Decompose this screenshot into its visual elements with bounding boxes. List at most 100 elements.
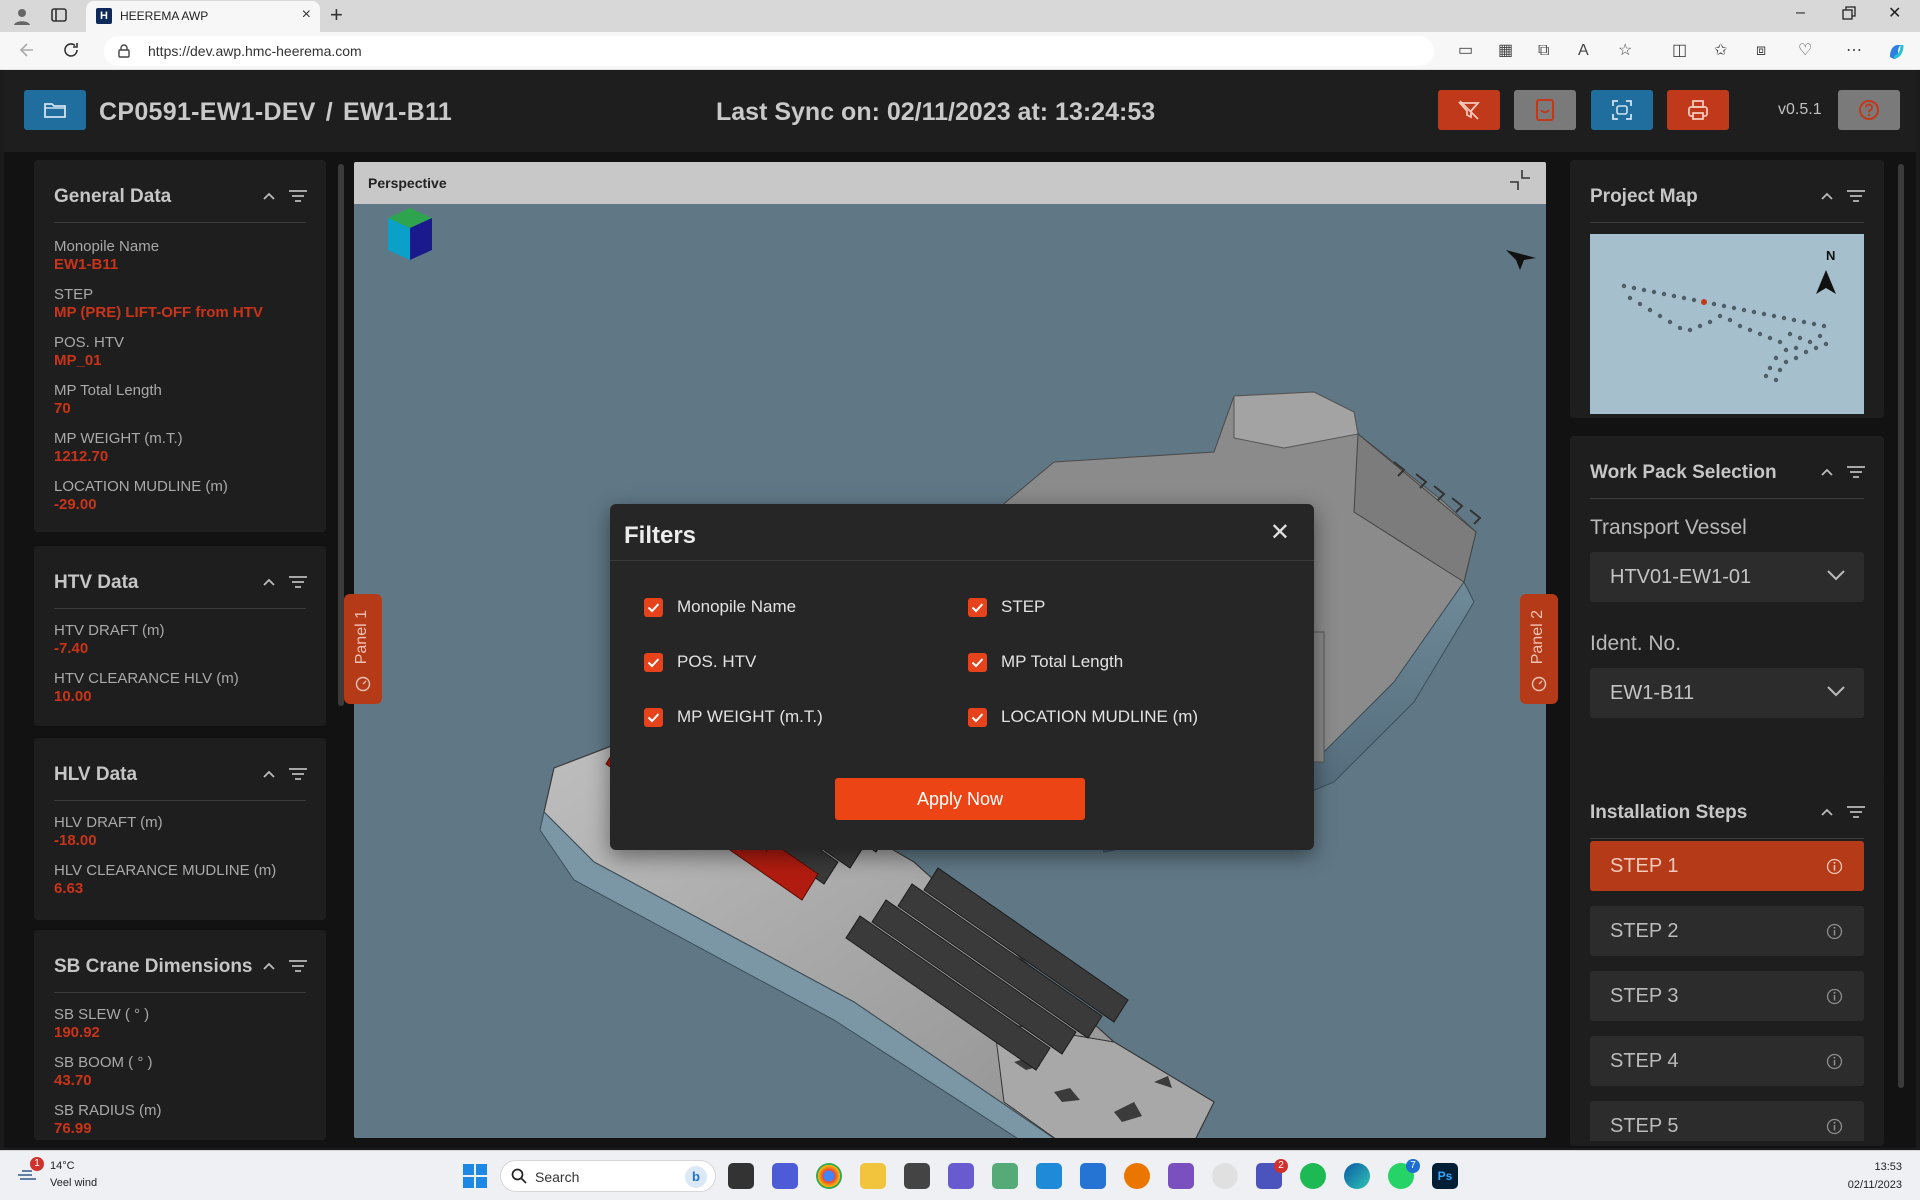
edge-icon[interactable] bbox=[1344, 1163, 1370, 1189]
split-screen-icon[interactable]: ◫ bbox=[1672, 41, 1687, 61]
collapse-icon[interactable] bbox=[262, 191, 276, 201]
tab-actions-icon[interactable] bbox=[50, 6, 68, 24]
collapse-icon[interactable] bbox=[262, 961, 276, 971]
restore-icon[interactable] bbox=[1842, 6, 1856, 20]
window-close-icon[interactable]: ✕ bbox=[1888, 3, 1901, 23]
right-panel-scrollbar[interactable] bbox=[1898, 164, 1904, 1088]
more-menu-icon[interactable]: ⋯ bbox=[1846, 41, 1862, 61]
card-divider bbox=[1590, 838, 1864, 839]
collapse-icon[interactable] bbox=[1820, 807, 1834, 817]
copilot-app-icon[interactable] bbox=[948, 1163, 974, 1189]
info-icon[interactable] bbox=[1826, 858, 1843, 875]
step-3-button[interactable]: STEP 3 bbox=[1590, 971, 1864, 1021]
unity-icon[interactable] bbox=[904, 1163, 930, 1189]
tab-close-icon[interactable]: × bbox=[302, 7, 311, 23]
apply-now-button[interactable]: Apply Now bbox=[835, 778, 1085, 820]
collapse-icon[interactable] bbox=[1820, 191, 1834, 201]
teams-chat-icon[interactable] bbox=[772, 1163, 798, 1189]
filter-option-mp-total-length[interactable]: MP Total Length bbox=[968, 652, 1123, 672]
favorites-icon[interactable]: ✩ bbox=[1714, 41, 1727, 61]
filter-icon[interactable] bbox=[1846, 805, 1866, 819]
task-view-icon[interactable] bbox=[728, 1163, 754, 1189]
info-icon[interactable] bbox=[1826, 1053, 1843, 1070]
info-icon[interactable] bbox=[1826, 923, 1843, 940]
profile-icon[interactable] bbox=[12, 6, 32, 26]
refresh-icon[interactable] bbox=[62, 41, 80, 59]
photoshop-icon[interactable]: Ps bbox=[1432, 1163, 1458, 1189]
breadcrumb-project[interactable]: CP0591-EW1-DEV bbox=[99, 98, 316, 126]
blender-icon[interactable] bbox=[1124, 1163, 1150, 1189]
copilot-icon[interactable] bbox=[1886, 41, 1906, 61]
back-icon[interactable] bbox=[18, 41, 36, 59]
step-5-button[interactable]: STEP 5 bbox=[1590, 1101, 1864, 1141]
filter-icon[interactable] bbox=[1846, 189, 1866, 203]
windows-start-icon[interactable] bbox=[462, 1163, 488, 1189]
general-data-title: General Data bbox=[54, 186, 172, 207]
minimize-icon[interactable]: – bbox=[1796, 4, 1805, 22]
taskbar-search[interactable]: Search b bbox=[500, 1160, 716, 1192]
read-aloud-icon[interactable]: A bbox=[1578, 41, 1589, 61]
url-field[interactable]: https://dev.awp.hmc-heerema.com bbox=[104, 36, 1434, 66]
report-button[interactable] bbox=[1514, 90, 1576, 130]
panel-1-toggle[interactable]: Panel 1 bbox=[344, 594, 382, 704]
close-icon[interactable]: ✕ bbox=[1270, 520, 1290, 546]
filter-icon[interactable] bbox=[1846, 465, 1866, 479]
terminal-icon[interactable] bbox=[1080, 1163, 1106, 1189]
info-icon[interactable] bbox=[1826, 1118, 1843, 1135]
print-button[interactable] bbox=[1667, 90, 1729, 130]
checkbox-checked-icon[interactable] bbox=[968, 707, 987, 727]
filter-option-location-mudline[interactable]: LOCATION MUDLINE (m) bbox=[968, 707, 1198, 727]
filter-icon[interactable] bbox=[288, 767, 308, 781]
transport-vessel-select[interactable]: HTV01-EW1-01 bbox=[1590, 552, 1864, 602]
lock-icon[interactable] bbox=[118, 44, 130, 58]
collapse-icon[interactable] bbox=[262, 769, 276, 779]
filter-option-label: POS. HTV bbox=[677, 652, 757, 671]
qr-code-icon[interactable]: ▦ bbox=[1498, 41, 1513, 61]
filter-icon[interactable] bbox=[288, 575, 308, 589]
chrome-icon[interactable] bbox=[816, 1163, 842, 1189]
project-map[interactable]: N bbox=[1590, 234, 1864, 414]
clear-filters-button[interactable] bbox=[1438, 90, 1500, 130]
step-4-button[interactable]: STEP 4 bbox=[1590, 1036, 1864, 1086]
filter-icon[interactable] bbox=[288, 959, 308, 973]
browser-essentials-icon[interactable]: ♡ bbox=[1798, 41, 1812, 61]
extensions-icon[interactable]: ⧉ bbox=[1538, 41, 1549, 61]
collapse-icon[interactable] bbox=[262, 577, 276, 587]
hlv-data-title: HLV Data bbox=[54, 764, 138, 785]
checkbox-checked-icon[interactable] bbox=[644, 597, 663, 617]
app-icon[interactable] bbox=[1212, 1163, 1238, 1189]
file-explorer-icon[interactable] bbox=[860, 1163, 886, 1189]
panel-2-toggle[interactable]: Panel 2 bbox=[1520, 594, 1558, 704]
field-value: MP_01 bbox=[54, 352, 102, 369]
open-project-button[interactable] bbox=[24, 90, 86, 130]
app-available-icon[interactable]: ▭ bbox=[1458, 41, 1473, 61]
step-1-button[interactable]: STEP 1 bbox=[1590, 841, 1864, 891]
vscode-icon[interactable] bbox=[1036, 1163, 1062, 1189]
checkbox-checked-icon[interactable] bbox=[644, 707, 663, 727]
step-2-button[interactable]: STEP 2 bbox=[1590, 906, 1864, 956]
visual-studio-icon[interactable] bbox=[1168, 1163, 1194, 1189]
filter-option-step[interactable]: STEP bbox=[968, 597, 1045, 617]
screenshot-button[interactable] bbox=[1591, 90, 1653, 130]
help-button[interactable] bbox=[1838, 90, 1900, 130]
checkbox-checked-icon[interactable] bbox=[968, 652, 987, 672]
app-icon[interactable] bbox=[992, 1163, 1018, 1189]
bing-icon[interactable]: b bbox=[685, 1166, 707, 1188]
new-tab-icon[interactable]: + bbox=[330, 3, 343, 27]
info-icon[interactable] bbox=[1826, 988, 1843, 1005]
checkbox-checked-icon[interactable] bbox=[644, 652, 663, 672]
browser-tab[interactable]: H HEEREMA AWP × bbox=[86, 1, 320, 32]
collapse-icon[interactable] bbox=[1820, 467, 1834, 477]
checkbox-checked-icon[interactable] bbox=[968, 597, 987, 617]
browser-tab-bar: H HEEREMA AWP × + – ✕ bbox=[0, 0, 1920, 32]
ident-no-value: EW1-B11 bbox=[1610, 682, 1695, 704]
spotify-icon[interactable] bbox=[1300, 1163, 1326, 1189]
filter-option-pos-htv[interactable]: POS. HTV bbox=[644, 652, 756, 672]
collections-icon[interactable]: ⧈ bbox=[1756, 41, 1766, 61]
exit-fullscreen-icon[interactable] bbox=[1508, 168, 1532, 192]
filter-option-monopile-name[interactable]: Monopile Name bbox=[644, 597, 796, 617]
filter-icon[interactable] bbox=[288, 189, 308, 203]
favorite-star-icon[interactable]: ☆ bbox=[1618, 41, 1632, 61]
ident-no-select[interactable]: EW1-B11 bbox=[1590, 668, 1864, 718]
filter-option-mp-weight[interactable]: MP WEIGHT (m.T.) bbox=[644, 707, 823, 727]
